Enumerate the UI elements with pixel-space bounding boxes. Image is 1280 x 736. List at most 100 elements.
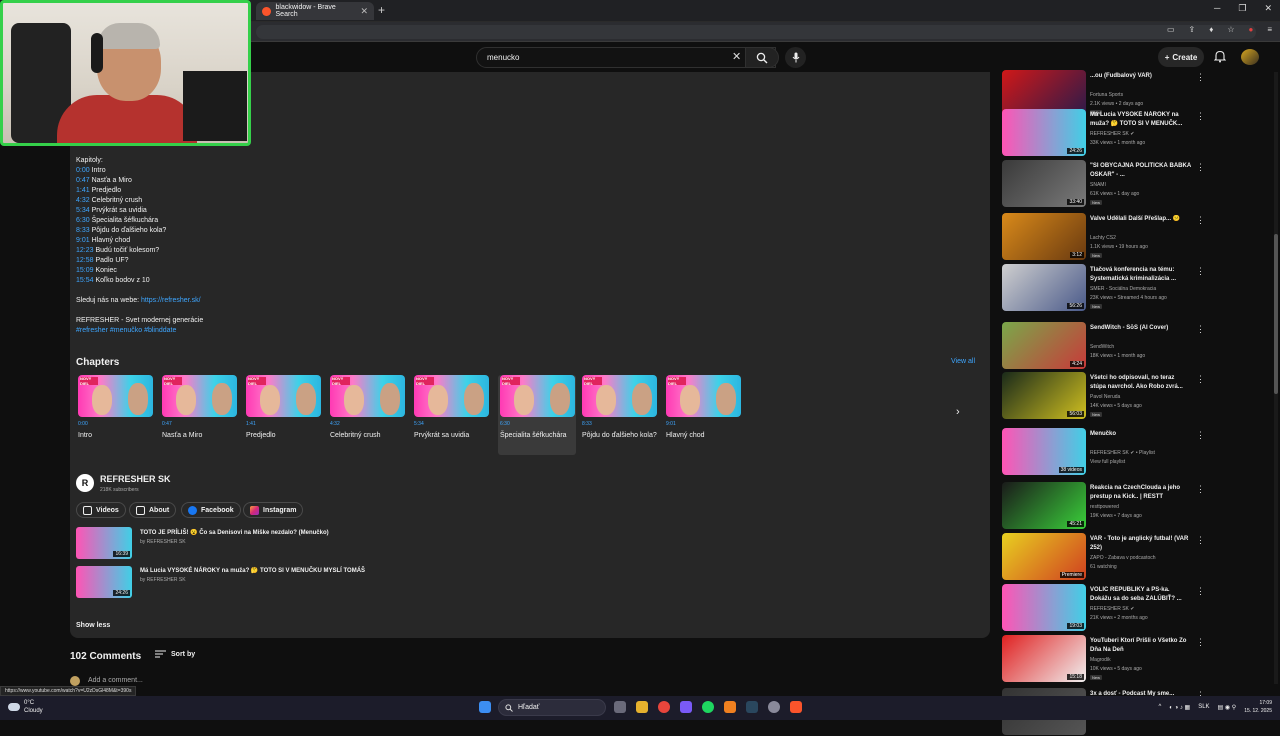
more-options-icon[interactable]: ⋮ xyxy=(1196,162,1205,173)
video-channel[interactable]: REFRESHER SK ✔ • Playlist xyxy=(1090,450,1155,456)
facebook-button[interactable]: Facebook xyxy=(181,502,241,518)
voice-search-button[interactable] xyxy=(785,47,806,68)
chapter-card[interactable]: NOVÝ DIEL 9:01 Hlavný chod xyxy=(666,375,744,440)
video-title[interactable]: Všetci ho odpisovali, no teraz stúpa nav… xyxy=(1090,374,1192,392)
video-title[interactable]: Má Lucia VYSOKÉ NÁROKY na muža? 🤔 TOTO S… xyxy=(1090,111,1192,129)
web-link[interactable]: https://refresher.sk/ xyxy=(141,297,201,304)
video-thumbnail[interactable]: 45:21 xyxy=(1002,482,1086,529)
video-title[interactable]: ...ou (Fudbalový VAR) xyxy=(1090,72,1192,81)
video-channel[interactable]: SNAMI xyxy=(1090,182,1106,188)
sidebar-video[interactable]: 24:26 Má Lucia VYSOKÉ NÁROKY na muža? 🤔 T… xyxy=(1002,109,1205,157)
more-options-icon[interactable]: ⋮ xyxy=(1196,535,1205,546)
tray-icons[interactable]: ◐ ◑ ♪ ▦ xyxy=(1169,704,1190,711)
more-options-icon[interactable]: ⋮ xyxy=(1196,586,1205,597)
more-options-icon[interactable]: ⋮ xyxy=(1196,484,1205,495)
chapter-timestamp[interactable]: 4:32 xyxy=(76,197,90,204)
chapter-card[interactable]: NOVÝ DIEL 0:00 Intro xyxy=(78,375,156,440)
video-title[interactable]: YouTuberi Ktorí Prišli o Všetko Zo Dňa N… xyxy=(1090,637,1192,655)
video-title[interactable]: Menučko xyxy=(1090,430,1192,439)
sidebar-video[interactable]: 56:03 Všetci ho odpisovali, no teraz stúp… xyxy=(1002,372,1205,420)
video-title[interactable]: Valve Udělali Další Přešlap... 😕 xyxy=(1090,215,1192,224)
create-button[interactable]: + Create xyxy=(1158,47,1204,67)
chapter-timestamp[interactable]: 8:33 xyxy=(76,227,90,234)
video-thumbnail[interactable]: 33:40 xyxy=(1002,160,1086,207)
spotify-icon[interactable] xyxy=(702,701,714,713)
video-channel[interactable]: Lachty CS2 xyxy=(1090,235,1116,241)
hashtags[interactable]: #refresher #menučko #blinddate xyxy=(76,327,176,334)
video-thumbnail[interactable]: Premiere xyxy=(1002,533,1086,580)
add-comment-input[interactable]: Add a comment... xyxy=(88,677,143,684)
scrollbar-thumb[interactable] xyxy=(1274,234,1278,394)
chapter-timestamp[interactable]: 12:58 xyxy=(76,257,94,264)
related-video-title[interactable]: Má Lucia VYSOKÉ NÁROKY na muža? 🤔 TOTO S… xyxy=(140,567,365,574)
file-explorer-icon[interactable] xyxy=(636,701,648,713)
video-thumbnail[interactable]: 3:12 xyxy=(1002,213,1086,260)
app-icon[interactable] xyxy=(680,701,692,713)
video-channel[interactable]: SMER - Sociálna Demokracia xyxy=(1090,286,1156,292)
task-view-icon[interactable] xyxy=(614,701,626,713)
sidebar-video[interactable]: 45:21 Reakcia na CzechClouda a jeho prest… xyxy=(1002,482,1205,530)
more-options-icon[interactable]: ⋮ xyxy=(1196,324,1205,335)
new-tab-button[interactable]: + xyxy=(378,3,385,17)
sidebar-video[interactable]: 19:03 VOLIČ REPUBLIKY a PS-ka. Dokážu sa … xyxy=(1002,584,1205,632)
more-options-icon[interactable]: ⋮ xyxy=(1196,374,1205,385)
chapter-timestamp[interactable]: 6:30 xyxy=(76,217,90,224)
menu-icon[interactable]: ≡ xyxy=(1267,25,1272,34)
chapter-card[interactable]: NOVÝ DIEL 1:41 Predjedlo xyxy=(246,375,324,440)
videos-button[interactable]: Videos xyxy=(76,502,126,518)
more-options-icon[interactable]: ⋮ xyxy=(1196,111,1205,122)
video-thumbnail[interactable]: 24:26 xyxy=(1002,109,1086,156)
instagram-button[interactable]: Instagram xyxy=(243,502,304,518)
video-thumbnail[interactable]: 38 videos xyxy=(1002,428,1086,475)
video-title[interactable]: Reakcia na CzechClouda a jeho prestup na… xyxy=(1090,484,1192,502)
chevron-right-icon[interactable]: › xyxy=(956,406,960,418)
chapter-timestamp[interactable]: 5:34 xyxy=(76,207,90,214)
share-icon[interactable]: ⇪ xyxy=(1189,25,1196,34)
show-less-button[interactable]: Show less xyxy=(76,622,110,629)
clock[interactable]: 17:09 15. 12. 2025 xyxy=(1244,699,1272,715)
video-title[interactable]: "SI OBYČAJNÁ POLITICKÁ BÁBKA OSKAR" - ..… xyxy=(1090,162,1192,180)
sidebar-video[interactable]: Premiere VAR - Toto je anglický futbal! (… xyxy=(1002,533,1205,581)
maximize-icon[interactable]: ❐ xyxy=(1238,3,1246,14)
url-field[interactable] xyxy=(256,25,1256,39)
chapter-card[interactable]: NOVÝ DIEL 6:30 Špecialita šéfkuchára xyxy=(498,375,576,455)
profile-icon[interactable]: ● xyxy=(1248,25,1253,34)
video-thumbnail[interactable]: 15:18 xyxy=(1002,635,1086,682)
related-video-thumbnail[interactable]: 24:26 xyxy=(76,566,132,598)
sidebar-video[interactable]: 56:26 Tlačová konferencia na tému: System… xyxy=(1002,264,1205,312)
video-thumbnail[interactable]: 19:03 xyxy=(1002,584,1086,631)
close-tab-icon[interactable]: ✕ xyxy=(360,6,368,17)
chapter-timestamp[interactable]: 12:23 xyxy=(76,247,94,254)
taskbar-search[interactable]: Hľadať xyxy=(498,699,606,716)
video-thumbnail[interactable]: 56:03 xyxy=(1002,372,1086,419)
related-video-title[interactable]: TOTO JE PRÍLIŠ! 😮 Čo sa Denisovi na Mišk… xyxy=(140,529,329,536)
chapter-card[interactable]: NOVÝ DIEL 0:47 Nasťa a Miro xyxy=(162,375,240,440)
more-options-icon[interactable]: ⋮ xyxy=(1196,266,1205,277)
sidebar-video[interactable]: 4:24 SendWitch - SōS (AI Cover) SendWitch 1… xyxy=(1002,322,1205,370)
brave-icon[interactable] xyxy=(790,701,802,713)
sidebar-video[interactable]: 3:12 Valve Udělali Další Přešlap... 😕 Lach… xyxy=(1002,213,1205,261)
video-channel[interactable]: resttpowered xyxy=(1090,504,1119,510)
clear-search-icon[interactable]: ✕ xyxy=(732,50,741,63)
video-channel[interactable]: Pavol Neruda xyxy=(1090,394,1120,400)
chapter-timestamp[interactable]: 9:01 xyxy=(76,237,90,244)
minimize-icon[interactable]: ─ xyxy=(1214,3,1220,14)
more-options-icon[interactable]: ⋮ xyxy=(1196,215,1205,226)
chevron-up-icon[interactable]: ^ xyxy=(1158,704,1161,710)
video-thumbnail[interactable]: 4:24 xyxy=(1002,322,1086,369)
video-title[interactable]: VOLIČ REPUBLIKY a PS-ka. Dokážu sa do se… xyxy=(1090,586,1192,604)
more-options-icon[interactable]: ⋮ xyxy=(1196,72,1205,83)
video-title[interactable]: SendWitch - SōS (AI Cover) xyxy=(1090,324,1192,333)
app-icon[interactable] xyxy=(724,701,736,713)
chapter-timestamp[interactable]: 15:54 xyxy=(76,277,94,284)
chapter-card[interactable]: NOVÝ DIEL 5:34 Prvýkrát sa uvidia xyxy=(414,375,492,440)
about-button[interactable]: About xyxy=(129,502,177,518)
close-window-icon[interactable]: ✕ xyxy=(1264,3,1272,14)
search-button[interactable] xyxy=(745,47,779,68)
video-channel[interactable]: Fortuna Sports xyxy=(1090,92,1123,98)
chapter-timestamp[interactable]: 0:47 xyxy=(76,177,90,184)
steam-icon[interactable] xyxy=(746,701,758,713)
more-options-icon[interactable]: ⋮ xyxy=(1196,430,1205,441)
video-channel[interactable]: SendWitch xyxy=(1090,344,1114,350)
cast-icon[interactable]: ▭ xyxy=(1167,25,1175,34)
